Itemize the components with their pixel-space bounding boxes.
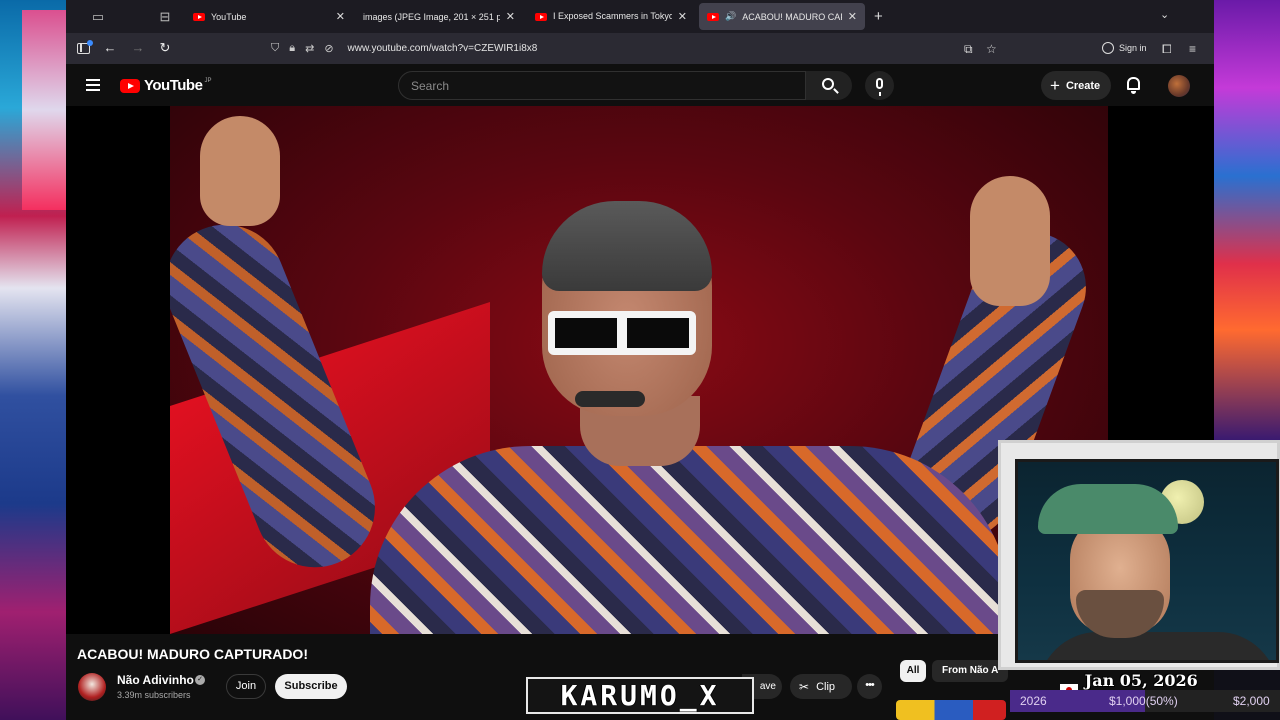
sidebar-icon[interactable] [77, 40, 93, 54]
app-menu-icon[interactable]: ≡ [1189, 42, 1196, 56]
url-text[interactable]: www.youtube.com/watch?v=CZEWIR1i8x8 [348, 43, 538, 54]
firefox-view-icon[interactable]: ▭ [88, 8, 108, 26]
background-neon-right [1210, 0, 1280, 440]
url-bar[interactable]: ⛉ 🔒︎ ⇄ ⊘ www.youtube.com/watch?v=CZEWIR1… [271, 37, 1001, 60]
search-box[interactable] [398, 71, 806, 100]
sign-in-label: Sign in [1119, 43, 1147, 53]
close-tab-icon[interactable]: ✕ [678, 10, 687, 23]
subscriber-count: 3.39m subscribers [117, 690, 191, 700]
extensions-icon[interactable]: ⧠ [1162, 42, 1172, 57]
white-sunglasses [548, 311, 696, 355]
guide-menu-icon[interactable] [86, 79, 100, 94]
goal-amount: $1,000(50%) [1109, 694, 1178, 708]
goal-target: $2,000 [1233, 694, 1270, 708]
tab-title: I Exposed Scammers in Tokyo! 🇯 [553, 11, 672, 21]
mustache [575, 391, 645, 407]
green-cap [1038, 484, 1178, 534]
picture-in-picture-icon[interactable]: ⧉ [964, 42, 973, 57]
youtube-logo[interactable]: YouTube JP [120, 77, 211, 94]
tab-maduro[interactable]: 🔊 ACABOU! MADURO CAPTURADO! ✕ [699, 3, 865, 30]
streamer-shirt [1038, 632, 1276, 660]
microphone-icon [876, 78, 883, 96]
lock-icon[interactable]: 🔒︎ [289, 42, 295, 55]
bookmark-star-icon[interactable]: ☆ [986, 42, 997, 56]
search-icon [822, 78, 834, 90]
user-avatar[interactable] [1168, 75, 1190, 97]
tracking-shield-icon[interactable]: ⛉ [271, 42, 279, 55]
tab-title: images (JPEG Image, 201 × 251 pixels) [363, 11, 500, 22]
speaker-icon[interactable]: 🔊 [725, 11, 736, 22]
streamer-beard [1076, 590, 1164, 638]
patterned-jacket [370, 446, 1010, 634]
sign-in-button[interactable]: Sign in [1102, 42, 1147, 54]
close-tab-icon[interactable]: ✕ [506, 10, 515, 23]
channel-name[interactable]: Não Adivinho [117, 673, 194, 687]
chip-all[interactable]: All [900, 660, 926, 682]
webcam-overlay [998, 440, 1280, 670]
tab-bar: ▭ ⊟ YouTube ✕ images (JPEG Image, 201 × … [66, 0, 1214, 33]
tab-title: ACABOU! MADURO CAPTURADO! [742, 11, 842, 22]
streamer-name-tag: KARUMO_X [526, 677, 754, 714]
donation-goal-bar: 2026 $1,000(50%) $2,000 [1010, 690, 1280, 712]
navigation-bar: ← → ↻ ⛉ 🔒︎ ⇄ ⊘ www.youtube.com/watch?v=C… [66, 33, 1214, 64]
neon-sign-left [22, 10, 66, 210]
tab-title: YouTube [211, 11, 247, 22]
voice-search-button[interactable] [865, 71, 894, 100]
create-button[interactable]: + Create [1041, 71, 1111, 100]
goal-year: 2026 [1020, 694, 1047, 708]
more-actions-icon[interactable]: ••• [857, 674, 882, 699]
join-button[interactable]: Join [226, 674, 266, 699]
close-tab-icon[interactable]: ✕ [336, 10, 345, 23]
peace-sign-hand-right [970, 176, 1050, 306]
notifications-bell-icon[interactable] [1127, 77, 1140, 94]
video-title: ACABOU! MADURO CAPTURADO! [77, 646, 308, 662]
scissors-icon: ✂ [799, 679, 810, 694]
create-label: Create [1065, 79, 1101, 92]
new-tab-button[interactable]: + [874, 8, 883, 25]
tab-image[interactable]: images (JPEG Image, 201 × 251 pixels) ✕ [355, 3, 523, 30]
webcam-feed [1015, 459, 1279, 663]
account-icon [1102, 42, 1114, 54]
permissions-icon[interactable]: ⇄ [305, 42, 314, 55]
youtube-favicon-icon [707, 12, 719, 21]
back-icon[interactable]: ← [101, 40, 119, 55]
plus-icon: + [1050, 75, 1060, 95]
chip-from-channel[interactable]: From Não A [932, 660, 1009, 682]
clip-label: Clip [816, 680, 836, 693]
recommended-video-thumbnail[interactable] [896, 700, 1006, 720]
autoplay-blocked-icon[interactable]: ⊘ [324, 42, 333, 55]
country-code: JP [204, 77, 212, 84]
verified-check-icon: ✓ [195, 675, 205, 685]
tab-scammers[interactable]: I Exposed Scammers in Tokyo! 🇯 ✕ [527, 3, 695, 30]
video-frame[interactable] [170, 106, 1108, 634]
channel-avatar[interactable] [78, 673, 106, 701]
subscribe-button[interactable]: Subscribe [275, 674, 347, 699]
search-button[interactable] [806, 71, 852, 100]
youtube-favicon-icon [535, 12, 547, 21]
youtube-wordmark: YouTube [144, 77, 203, 94]
close-tab-icon[interactable]: ✕ [848, 10, 857, 23]
reload-icon[interactable]: ↻ [156, 40, 174, 56]
tab-groups-icon[interactable]: ⊟ [155, 8, 175, 26]
gray-hair [542, 201, 712, 291]
tab-youtube[interactable]: YouTube ✕ [185, 3, 353, 30]
youtube-header: YouTube JP + Create [66, 64, 1214, 106]
search-input[interactable] [399, 72, 805, 100]
youtube-favicon-icon [193, 12, 205, 21]
forward-icon[interactable]: → [129, 40, 147, 55]
youtube-play-icon [120, 78, 140, 93]
background-neon-left [0, 0, 66, 720]
clip-button[interactable]: ✂ Clip [790, 674, 852, 699]
list-all-tabs-icon[interactable]: ⌄ [1160, 8, 1169, 21]
peace-sign-hand-left [200, 116, 280, 226]
